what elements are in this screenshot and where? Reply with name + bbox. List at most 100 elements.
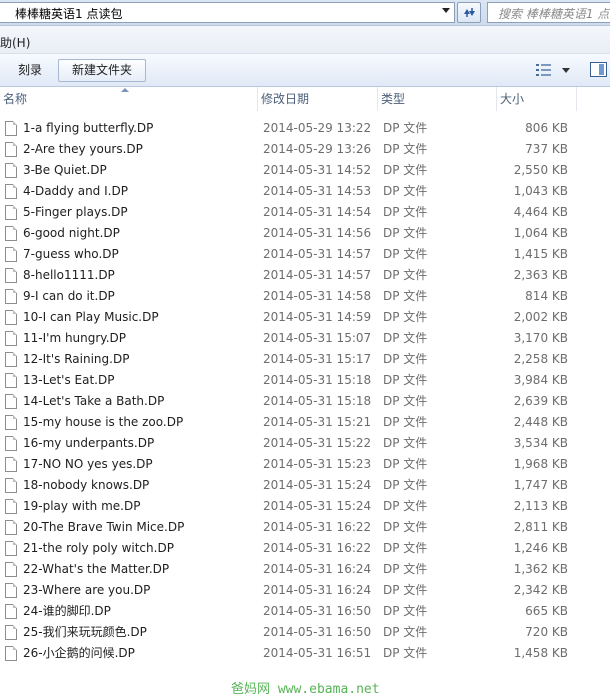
file-size: 3,170 KB <box>513 331 568 345</box>
file-name: 6-good night.DP <box>23 226 120 240</box>
file-size: 2,113 KB <box>513 499 568 513</box>
file-name: 17-NO NO yes yes.DP <box>23 457 153 471</box>
file-name: 20-The Brave Twin Mice.DP <box>23 520 185 534</box>
file-row[interactable]: 10-I can Play Music.DP 2014-05-31 14:59 DP… <box>0 307 610 328</box>
file-type: DP 文件 <box>383 184 428 198</box>
file-type: DP 文件 <box>383 457 428 471</box>
file-date: 2014-05-31 15:17 <box>263 352 372 366</box>
watermark: 爸妈网 www.ebama.net <box>231 682 380 697</box>
file-row[interactable]: 18-nobody knows.DP 2014-05-31 15:24 DP 文件 1… <box>0 475 610 496</box>
file-icon <box>5 478 17 493</box>
file-row[interactable]: 2-Are they yours.DP 2014-05-29 13:26 DP 文件… <box>0 139 610 160</box>
new-folder-button[interactable]: 新建文件夹 <box>58 59 146 82</box>
column-date[interactable]: 修改日期 <box>258 87 378 111</box>
file-name: 21-the roly poly witch.DP <box>23 541 174 555</box>
column-date-label: 修改日期 <box>261 92 310 106</box>
view-options-icon[interactable] <box>536 63 552 77</box>
file-icon <box>5 520 17 535</box>
file-size: 1,415 KB <box>513 247 568 261</box>
file-type: DP 文件 <box>383 520 428 534</box>
file-type: DP 文件 <box>383 478 428 492</box>
file-row[interactable]: 12-It's Raining.DP 2014-05-31 15:17 DP 文件 2… <box>0 349 610 370</box>
file-type: DP 文件 <box>383 394 428 408</box>
file-date: 2014-05-31 14:52 <box>263 163 372 177</box>
file-row[interactable]: 6-good night.DP 2014-05-31 14:56 DP 文件 1,06… <box>0 223 610 244</box>
file-icon <box>5 268 17 283</box>
burn-button[interactable]: 刻录 <box>7 59 53 82</box>
column-size[interactable]: 大小 <box>497 87 577 111</box>
file-name: 14-Let's Take a Bath.DP <box>23 394 165 408</box>
address-bar[interactable]: 棒棒糖英语1 点读包 <box>0 2 455 23</box>
file-size: 2,342 KB <box>513 583 568 597</box>
file-row[interactable]: 8-hello1111.DP 2014-05-31 14:57 DP 文件 2,363… <box>0 265 610 286</box>
file-list: 1-a flying butterfly.DP 2014-05-29 13:22 D… <box>0 118 610 664</box>
file-row[interactable]: 20-The Brave Twin Mice.DP 2014-05-31 16:2… <box>0 517 610 538</box>
column-name[interactable]: 名称 <box>0 87 258 111</box>
search-input[interactable]: 搜索 棒棒糖英语1 点读包 <box>487 2 610 23</box>
file-row[interactable]: 17-NO NO yes yes.DP 2014-05-31 15:23 DP 文件… <box>0 454 610 475</box>
file-type: DP 文件 <box>383 247 428 261</box>
file-row[interactable]: 26-小企鹅的问候.DP 2014-05-31 16:51 DP 文件 1,458 K… <box>0 643 610 664</box>
file-row[interactable]: 1-a flying butterfly.DP 2014-05-29 13:22 D… <box>0 118 610 139</box>
file-row[interactable]: 21-the roly poly witch.DP 2014-05-31 16:2… <box>0 538 610 559</box>
file-name: 13-Let's Eat.DP <box>23 373 115 387</box>
file-size: 665 KB <box>525 604 568 618</box>
file-row[interactable]: 7-guess who.DP 2014-05-31 14:57 DP 文件 1,415… <box>0 244 610 265</box>
file-row[interactable]: 25-我们来玩玩颜色.DP 2014-05-31 16:50 DP 文件 720 KB <box>0 622 610 643</box>
file-row[interactable]: 15-my house is the zoo.DP 2014-05-31 15:2… <box>0 412 610 433</box>
file-row[interactable]: 14-Let's Take a Bath.DP 2014-05-31 15:18 D… <box>0 391 610 412</box>
file-row[interactable]: 13-Let's Eat.DP 2014-05-31 15:18 DP 文件 3,98… <box>0 370 610 391</box>
file-row[interactable]: 24-谁的脚印.DP 2014-05-31 16:50 DP 文件 665 KB <box>0 601 610 622</box>
file-size: 1,968 KB <box>513 457 568 471</box>
file-icon <box>5 394 17 409</box>
file-type: DP 文件 <box>383 205 428 219</box>
address-bar-row: 棒棒糖英语1 点读包 搜索 棒棒糖英语1 点读包 <box>0 0 610 26</box>
file-name: 15-my house is the zoo.DP <box>23 415 184 429</box>
file-row[interactable]: 9-I can do it.DP 2014-05-31 14:58 DP 文件 814… <box>0 286 610 307</box>
file-name: 24-谁的脚印.DP <box>23 604 111 618</box>
file-row[interactable]: 23-Where are you.DP 2014-05-31 16:24 DP 文件… <box>0 580 610 601</box>
file-type: DP 文件 <box>383 163 428 177</box>
file-date: 2014-05-31 14:54 <box>263 205 372 219</box>
file-name: 22-What's the Matter.DP <box>23 562 170 576</box>
file-date: 2014-05-31 15:21 <box>263 415 372 429</box>
column-type-label: 类型 <box>381 92 406 106</box>
file-type: DP 文件 <box>383 331 428 345</box>
file-type: DP 文件 <box>383 415 428 429</box>
file-row[interactable]: 11-I'm hungry.DP 2014-05-31 15:07 DP 文件 3,1… <box>0 328 610 349</box>
sort-ascending-icon <box>121 88 129 92</box>
file-icon <box>5 331 17 346</box>
file-date: 2014-05-31 15:07 <box>263 331 372 345</box>
menu-help[interactable]: 助(H) <box>0 34 30 51</box>
file-row[interactable]: 4-Daddy and I.DP 2014-05-31 14:53 DP 文件 1,0… <box>0 181 610 202</box>
file-type: DP 文件 <box>383 562 428 576</box>
file-row[interactable]: 19-play with me.DP 2014-05-31 15:24 DP 文件 2… <box>0 496 610 517</box>
preview-pane-icon[interactable] <box>590 62 607 77</box>
file-type: DP 文件 <box>383 352 428 366</box>
file-size: 1,362 KB <box>513 562 568 576</box>
file-type: DP 文件 <box>383 499 428 513</box>
address-path: 棒棒糖英语1 点读包 <box>15 7 123 21</box>
chevron-down-icon[interactable] <box>442 8 450 13</box>
file-icon <box>5 457 17 472</box>
refresh-button[interactable] <box>457 2 481 23</box>
file-icon <box>5 226 17 241</box>
file-icon <box>5 142 17 157</box>
column-type[interactable]: 类型 <box>378 87 497 111</box>
file-name: 10-I can Play Music.DP <box>23 310 159 324</box>
file-icon <box>5 310 17 325</box>
file-size: 2,448 KB <box>513 415 568 429</box>
file-size: 2,363 KB <box>513 268 568 282</box>
file-icon <box>5 205 17 220</box>
file-type: DP 文件 <box>383 226 428 240</box>
file-row[interactable]: 3-Be Quiet.DP 2014-05-31 14:52 DP 文件 2,550 … <box>0 160 610 181</box>
column-name-label: 名称 <box>3 92 28 106</box>
file-row[interactable]: 22-What's the Matter.DP 2014-05-31 16:24 D… <box>0 559 610 580</box>
file-icon <box>5 247 17 262</box>
file-icon <box>5 352 17 367</box>
view-dropdown-icon[interactable] <box>562 68 570 73</box>
file-row[interactable]: 5-Finger plays.DP 2014-05-31 14:54 DP 文件 4,… <box>0 202 610 223</box>
file-row[interactable]: 16-my underpants.DP 2014-05-31 15:22 DP 文件… <box>0 433 610 454</box>
toolbar: 刻录 新建文件夹 <box>0 54 610 87</box>
file-icon <box>5 499 17 514</box>
